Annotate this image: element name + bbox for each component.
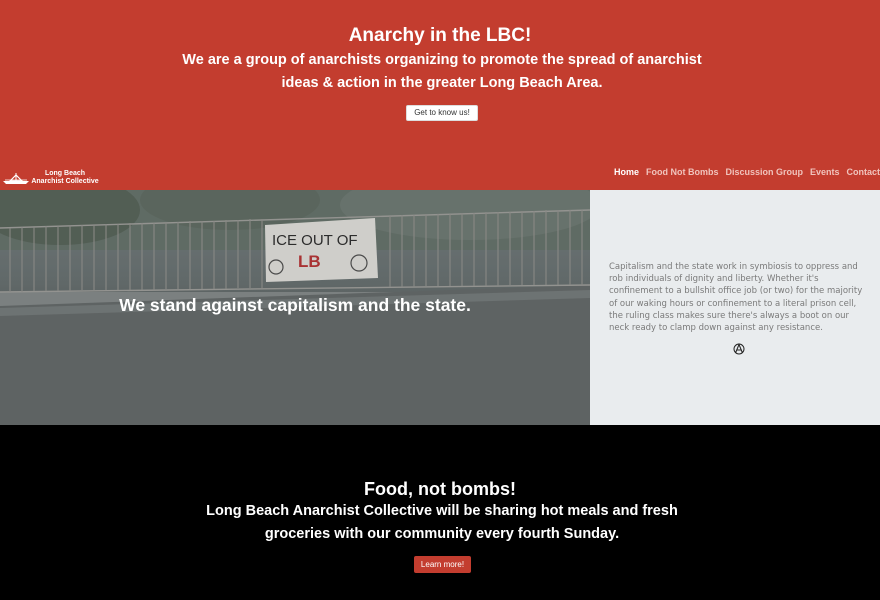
hero-title: Anarchy in the LBC! bbox=[348, 25, 532, 46]
nav-events[interactable]: Events bbox=[810, 167, 840, 177]
logo-text: Long Beach Anarchist Collective bbox=[31, 170, 99, 186]
nav-contact[interactable]: Contact bbox=[847, 167, 880, 177]
capitalism-text-panel: Capitalism and the state work in symbios… bbox=[590, 190, 880, 425]
logo-line-2: Anarchist Collective bbox=[31, 178, 99, 185]
learn-more-button[interactable]: Learn more! bbox=[414, 556, 471, 573]
nav-discussion-group[interactable]: Discussion Group bbox=[725, 167, 803, 177]
food-subtitle: Long Beach Anarchist Collective will be … bbox=[206, 503, 678, 542]
food-not-bombs-section: Food, not bombs! Long Beach Anarchist Co… bbox=[0, 425, 880, 600]
capitalism-paragraph: Capitalism and the state work in symbios… bbox=[609, 262, 863, 334]
food-title: Food, not bombs! bbox=[364, 479, 516, 499]
hero-subtitle: We are a group of anarchists organizing … bbox=[182, 52, 702, 91]
capitalism-headline: We stand against capitalism and the stat… bbox=[119, 295, 471, 315]
nav-links: Home Food Not Bombs Discussion Group Eve… bbox=[614, 167, 880, 177]
hero-section: Anarchy in the LBC! We are a group of an… bbox=[0, 0, 880, 190]
anarchy-a-icon bbox=[733, 343, 745, 355]
logo-line-1: Long Beach bbox=[44, 170, 86, 177]
navbar: Long Beach Anarchist Collective Home Foo… bbox=[0, 164, 880, 190]
capitalism-section: ICE OUT OF LB We stand against capitalis… bbox=[0, 190, 880, 425]
nav-food-not-bombs[interactable]: Food Not Bombs bbox=[646, 167, 719, 177]
overpass-protest-photo: ICE OUT OF LB We stand against capitalis… bbox=[0, 190, 590, 425]
ship-logo-icon bbox=[3, 173, 29, 184]
get-to-know-us-button[interactable]: Get to know us! bbox=[406, 105, 478, 121]
nav-home[interactable]: Home bbox=[614, 167, 639, 177]
logo[interactable]: Long Beach Anarchist Collective bbox=[2, 168, 102, 188]
